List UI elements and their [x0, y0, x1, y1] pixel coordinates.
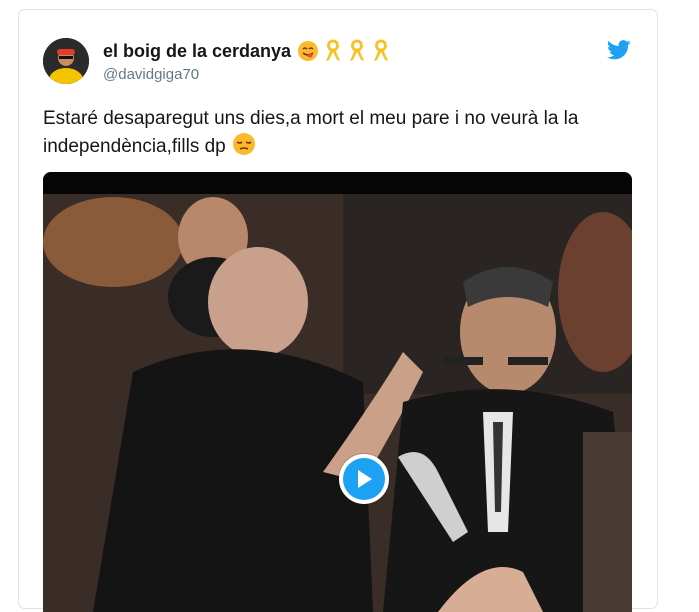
yellow-ribbon-icon: [326, 39, 341, 61]
avatar-image: [43, 38, 89, 84]
video-player[interactable]: [43, 172, 632, 612]
video-thumbnail: [43, 172, 632, 612]
yellow-ribbon-icon: [350, 39, 365, 61]
play-button[interactable]: [339, 454, 389, 504]
author-handle[interactable]: @davidgiga70: [103, 66, 199, 83]
tweet-text-content: Estaré desaparegut uns dies,a mort el me…: [43, 108, 579, 157]
name-emojis: [297, 39, 391, 63]
tweet-card: el boig de la cerdanya @davidgiga70 Esta…: [18, 9, 658, 612]
tweet-text: Estaré desaparegut uns dies,a mort el me…: [43, 105, 603, 160]
avatar[interactable]: [43, 38, 89, 84]
twitter-bird-icon[interactable]: [607, 40, 631, 60]
play-icon: [343, 458, 385, 500]
yellow-ribbon-icon: [374, 39, 389, 61]
author-row: el boig de la cerdanya: [103, 39, 391, 63]
pensive-face-emoji: [233, 133, 256, 155]
yummy-face-emoji: [298, 41, 319, 61]
play-triangle-icon: [358, 470, 372, 488]
display-name[interactable]: el boig de la cerdanya: [103, 41, 291, 62]
